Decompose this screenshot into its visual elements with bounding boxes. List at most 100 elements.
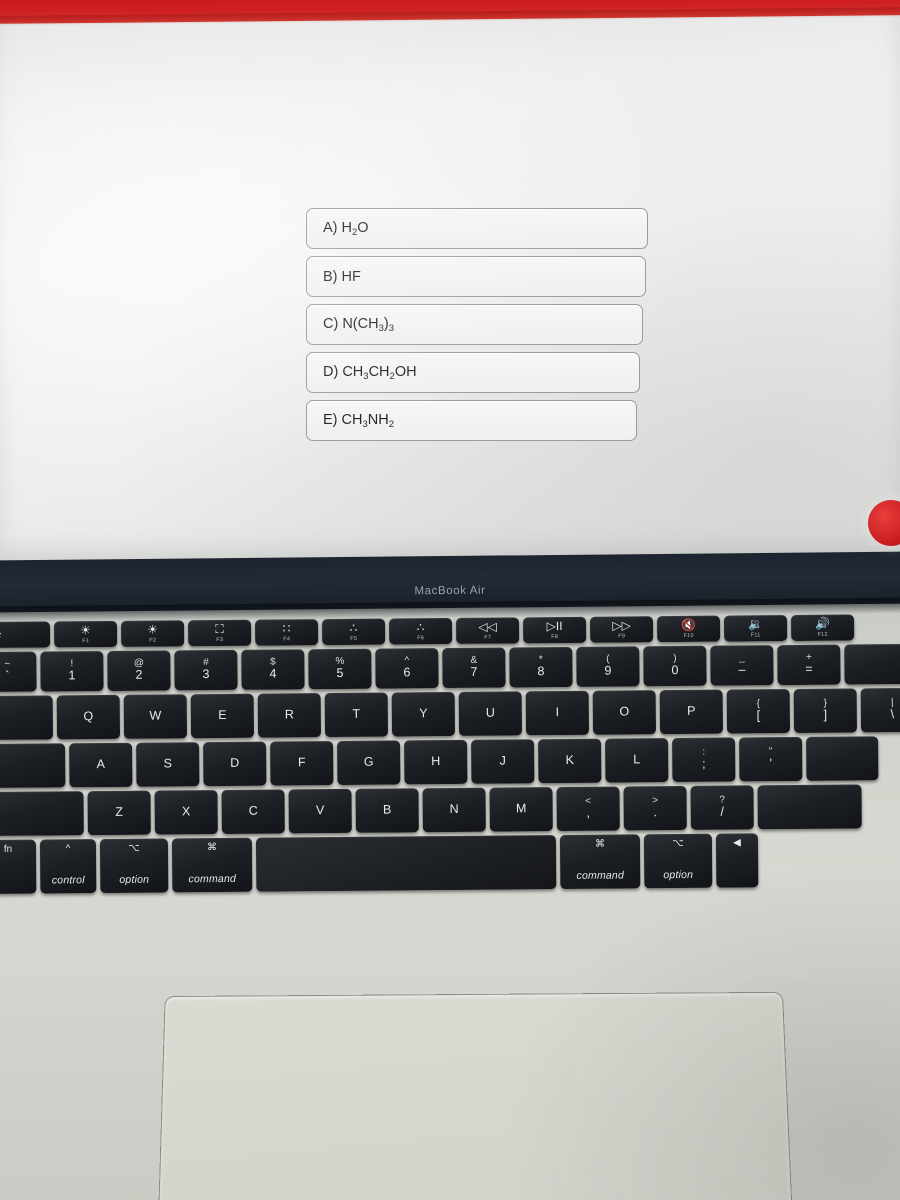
key-shift-glyph: ~ bbox=[4, 658, 11, 670]
rewind-icon: ◁◁ bbox=[478, 619, 497, 634]
key-2[interactable]: @2 bbox=[107, 650, 171, 691]
mission-control-icon[interactable]: ⛶ F3 bbox=[188, 619, 252, 647]
key-8[interactable]: * 8 bbox=[509, 646, 573, 688]
arrow-left-key[interactable]: ◀ bbox=[715, 833, 759, 888]
brightness-up-icon: ☀ bbox=[147, 622, 159, 637]
key-3[interactable]: #3 bbox=[174, 649, 238, 691]
key-9[interactable]: (9 bbox=[576, 646, 640, 687]
shift-key[interactable] bbox=[757, 784, 862, 830]
tab-key[interactable] bbox=[0, 695, 54, 741]
escape-key[interactable]: esc bbox=[0, 621, 51, 649]
keyboard-backlight-down-icon[interactable]: ∴ F5 bbox=[322, 618, 386, 646]
key-N[interactable]: N bbox=[422, 787, 486, 833]
answer-option-c[interactable]: C) N(CH3)3 bbox=[306, 304, 643, 345]
key-P[interactable]: P bbox=[659, 689, 724, 735]
volume-up-icon[interactable]: 🔊 F12 bbox=[790, 614, 855, 642]
fn-key[interactable]: fn bbox=[0, 839, 37, 895]
key-0[interactable]: ) 0 bbox=[643, 645, 707, 687]
option-key-right[interactable]: ⌥ option bbox=[643, 833, 713, 889]
key-6[interactable]: ^ 6 bbox=[375, 648, 439, 689]
space-bar[interactable] bbox=[255, 835, 557, 892]
key-glyph: T bbox=[352, 706, 361, 721]
key-shift-glyph: } bbox=[823, 697, 827, 709]
key-I[interactable]: I bbox=[525, 690, 590, 736]
fast-forward-icon[interactable]: ▷▷ F9 bbox=[589, 616, 654, 643]
key-D[interactable]: D bbox=[203, 741, 267, 787]
key-F[interactable]: F bbox=[270, 741, 334, 786]
key-[interactable]: :; bbox=[672, 737, 736, 783]
key-[interactable]: ~ ` bbox=[0, 651, 37, 693]
key-[interactable]: + = bbox=[777, 644, 841, 686]
key-[interactable]: ? / bbox=[690, 785, 754, 830]
key-T[interactable]: T bbox=[324, 692, 389, 738]
answer-option-d[interactable]: D) CH3CH2OH bbox=[306, 352, 640, 393]
volume-down-icon: 🔉 bbox=[748, 617, 764, 632]
key-K[interactable]: K bbox=[538, 738, 602, 784]
key-[interactable]: {[ bbox=[726, 689, 791, 734]
key-J[interactable]: J bbox=[471, 739, 535, 784]
delete-key[interactable] bbox=[844, 643, 900, 685]
key-Y[interactable]: Y bbox=[391, 691, 456, 737]
key-[interactable]: >. bbox=[623, 785, 687, 831]
key-[interactable]: " ' bbox=[739, 736, 803, 782]
answer-option-a[interactable]: A) H2O bbox=[306, 208, 648, 249]
key-G[interactable]: G bbox=[337, 740, 401, 785]
command-key-right[interactable]: ⌘ command bbox=[559, 834, 641, 890]
key-U[interactable]: U bbox=[458, 691, 523, 736]
keyboard-backlight-up-icon[interactable]: ∴ F6 bbox=[389, 617, 453, 645]
key-L[interactable]: L bbox=[605, 738, 669, 783]
return-key[interactable] bbox=[806, 736, 879, 781]
key-[interactable]: }] bbox=[793, 688, 858, 734]
key-B[interactable]: B bbox=[355, 788, 419, 833]
key-R[interactable]: R bbox=[257, 693, 322, 738]
key-glyph: P bbox=[687, 703, 696, 719]
key-1[interactable]: ! 1 bbox=[40, 651, 104, 692]
trackpad[interactable] bbox=[154, 991, 798, 1200]
answer-option-e[interactable]: E) CH3NH2 bbox=[306, 400, 637, 441]
mute-icon[interactable]: 🔇 F10 bbox=[656, 615, 721, 643]
key-E[interactable]: E bbox=[190, 693, 255, 739]
key-shift-glyph: * bbox=[538, 654, 543, 666]
key-A[interactable]: A bbox=[69, 742, 133, 788]
key-shift-glyph: < bbox=[585, 795, 592, 807]
brightness-down-icon[interactable]: ☀ F1 bbox=[54, 620, 118, 648]
key-7[interactable]: & 7 bbox=[442, 647, 506, 689]
key-Z[interactable]: Z bbox=[87, 790, 151, 836]
command-key-left[interactable]: ⌘ command bbox=[171, 837, 253, 893]
key-glyph: L bbox=[633, 752, 641, 767]
brightness-up-icon[interactable]: ☀ F2 bbox=[121, 620, 185, 647]
brightness-down-icon: ☀ bbox=[80, 623, 92, 638]
key-[interactable]: | \ bbox=[860, 687, 900, 733]
control-key[interactable]: ^ control bbox=[39, 839, 97, 894]
key-fn-label: F8 bbox=[551, 633, 559, 640]
key-glyph: Y bbox=[419, 706, 428, 721]
key-5[interactable]: % 5 bbox=[308, 648, 372, 690]
key-glyph: ' bbox=[769, 756, 773, 771]
key-glyph: B bbox=[382, 802, 392, 817]
caps-lock-key[interactable] bbox=[0, 743, 66, 789]
volume-down-icon[interactable]: 🔉 F11 bbox=[723, 615, 788, 642]
key-M[interactable]: M bbox=[489, 787, 553, 832]
answer-option-b[interactable]: B) HF bbox=[306, 256, 646, 297]
key-glyph: , bbox=[586, 806, 591, 821]
keyboard-backlight-down-icon: ∴ bbox=[349, 621, 358, 636]
key-V[interactable]: V bbox=[288, 788, 352, 834]
key-X[interactable]: X bbox=[154, 790, 218, 835]
launchpad-icon[interactable]: ∷ F4 bbox=[255, 619, 319, 646]
key-[interactable]: _ – bbox=[710, 645, 774, 686]
key-[interactable]: <, bbox=[556, 786, 620, 832]
key-W[interactable]: W bbox=[123, 694, 188, 739]
key-O[interactable]: O bbox=[592, 690, 657, 735]
rewind-icon[interactable]: ◁◁ F7 bbox=[455, 617, 520, 644]
shift-key[interactable] bbox=[0, 791, 84, 837]
key-H[interactable]: H bbox=[404, 739, 468, 785]
key-C[interactable]: C bbox=[221, 789, 285, 834]
play-pause-icon[interactable]: ▷II F8 bbox=[522, 616, 587, 644]
key-fn-label: F11 bbox=[750, 632, 761, 639]
key-4[interactable]: $4 bbox=[241, 649, 305, 690]
option-key-left[interactable]: ⌥ option bbox=[99, 838, 169, 894]
volume-up-icon: 🔊 bbox=[815, 616, 831, 632]
key-S[interactable]: S bbox=[136, 742, 200, 787]
key-glyph: A bbox=[96, 757, 105, 772]
key-Q[interactable]: Q bbox=[56, 694, 121, 740]
